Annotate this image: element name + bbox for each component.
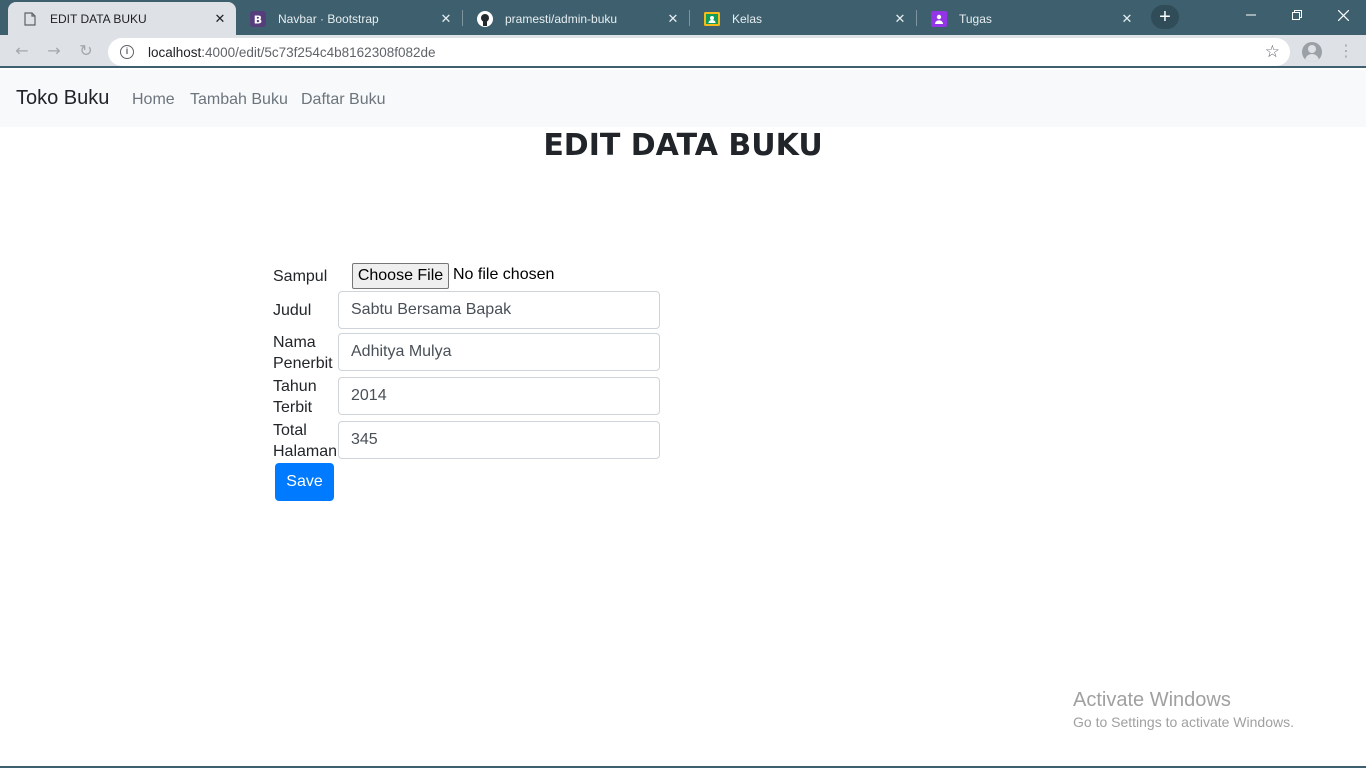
activate-windows-subtitle: Go to Settings to activate Windows. xyxy=(1073,714,1294,730)
bootstrap-icon: B xyxy=(250,10,266,27)
svg-text:B: B xyxy=(254,13,262,26)
close-icon[interactable]: ✕ xyxy=(212,11,228,27)
judul-label: Judul xyxy=(273,302,312,319)
github-icon xyxy=(477,10,493,27)
close-icon[interactable]: ✕ xyxy=(1119,11,1135,27)
page-icon xyxy=(22,11,38,27)
new-tab-button[interactable]: + xyxy=(1151,5,1179,29)
close-icon[interactable]: ✕ xyxy=(665,11,681,27)
choose-file-button[interactable]: Choose File xyxy=(352,263,449,289)
navbar: Toko Buku Home Tambah Buku Daftar Buku xyxy=(0,70,1366,127)
tab-github-admin-buku[interactable]: pramesti/admin-buku ✕ xyxy=(463,2,689,35)
web-page: Toko Buku Home Tambah Buku Daftar Buku E… xyxy=(0,70,1366,766)
page-title: EDIT DATA BUKU xyxy=(543,128,823,163)
tab-title: Navbar · Bootstrap xyxy=(278,11,379,26)
tab-navbar-bootstrap[interactable]: B Navbar · Bootstrap ✕ xyxy=(236,2,462,35)
tab-edit-data-buku[interactable]: EDIT DATA BUKU ✕ xyxy=(8,2,236,35)
menu-dots-icon[interactable]: ⋮ xyxy=(1338,41,1354,61)
reload-icon[interactable]: ↻ xyxy=(76,41,96,61)
address-bar[interactable]: i localhost:4000/edit/5c73f254c4b8162308… xyxy=(108,38,1290,66)
tahun-label-line2: Terbit xyxy=(273,399,313,416)
halaman-label-line1: Total xyxy=(273,422,307,439)
halaman-label-line2: Halaman xyxy=(273,443,338,460)
tab-title: pramesti/admin-buku xyxy=(505,11,618,26)
classroom-icon xyxy=(704,11,720,27)
navbar-brand[interactable]: Toko Buku xyxy=(16,87,109,110)
close-icon xyxy=(1337,9,1349,21)
nav-link-daftar-buku[interactable]: Daftar Buku xyxy=(301,91,385,109)
nav-link-tambah-buku[interactable]: Tambah Buku xyxy=(190,91,288,109)
bookmark-star-icon[interactable]: ☆ xyxy=(1265,43,1280,61)
restore-icon xyxy=(1292,10,1302,20)
nav-link-home[interactable]: Home xyxy=(132,91,175,109)
url-path: :4000/edit/5c73f254c4b8162308f082de xyxy=(201,44,436,60)
browser-tabstrip: EDIT DATA BUKU ✕ B Navbar · Bootstrap ✕ … xyxy=(0,0,1366,35)
judul-input[interactable]: Sabtu Bersama Bapak xyxy=(338,291,660,329)
penerbit-label-line1: Nama xyxy=(273,334,316,351)
browser-toolbar: ← → ↻ i localhost:4000/edit/5c73f254c4b8… xyxy=(0,35,1366,68)
tab-kelas[interactable]: Kelas ✕ xyxy=(690,2,916,35)
tahun-label-line1: Tahun xyxy=(273,378,317,395)
forward-arrow-icon[interactable]: → xyxy=(44,41,64,61)
tab-title: Kelas xyxy=(732,11,763,26)
profile-avatar-icon[interactable] xyxy=(1302,42,1322,62)
restore-button[interactable] xyxy=(1274,0,1320,30)
minimize-button[interactable] xyxy=(1228,0,1274,30)
close-icon[interactable]: ✕ xyxy=(438,11,454,27)
info-icon[interactable]: i xyxy=(120,45,134,59)
url-host: localhost xyxy=(148,44,202,60)
assignment-icon xyxy=(931,10,947,27)
halaman-input[interactable]: 345 xyxy=(338,421,660,459)
tahun-input[interactable]: 2014 xyxy=(338,377,660,415)
close-icon[interactable]: ✕ xyxy=(892,11,908,27)
tab-title: EDIT DATA BUKU xyxy=(50,11,147,26)
activate-windows-title: Activate Windows xyxy=(1073,689,1231,711)
tab-tugas[interactable]: Tugas ✕ xyxy=(917,2,1143,35)
tab-title: Tugas xyxy=(959,11,992,26)
penerbit-input[interactable]: Adhitya Mulya xyxy=(338,333,660,371)
close-window-button[interactable] xyxy=(1320,0,1366,30)
sampul-label: Sampul xyxy=(273,268,328,285)
minimize-icon xyxy=(1246,14,1256,16)
save-button[interactable]: Save xyxy=(275,463,334,501)
back-arrow-icon[interactable]: ← xyxy=(12,41,32,61)
file-status: No file chosen xyxy=(453,266,555,283)
penerbit-label-line2: Penerbit xyxy=(273,355,333,372)
